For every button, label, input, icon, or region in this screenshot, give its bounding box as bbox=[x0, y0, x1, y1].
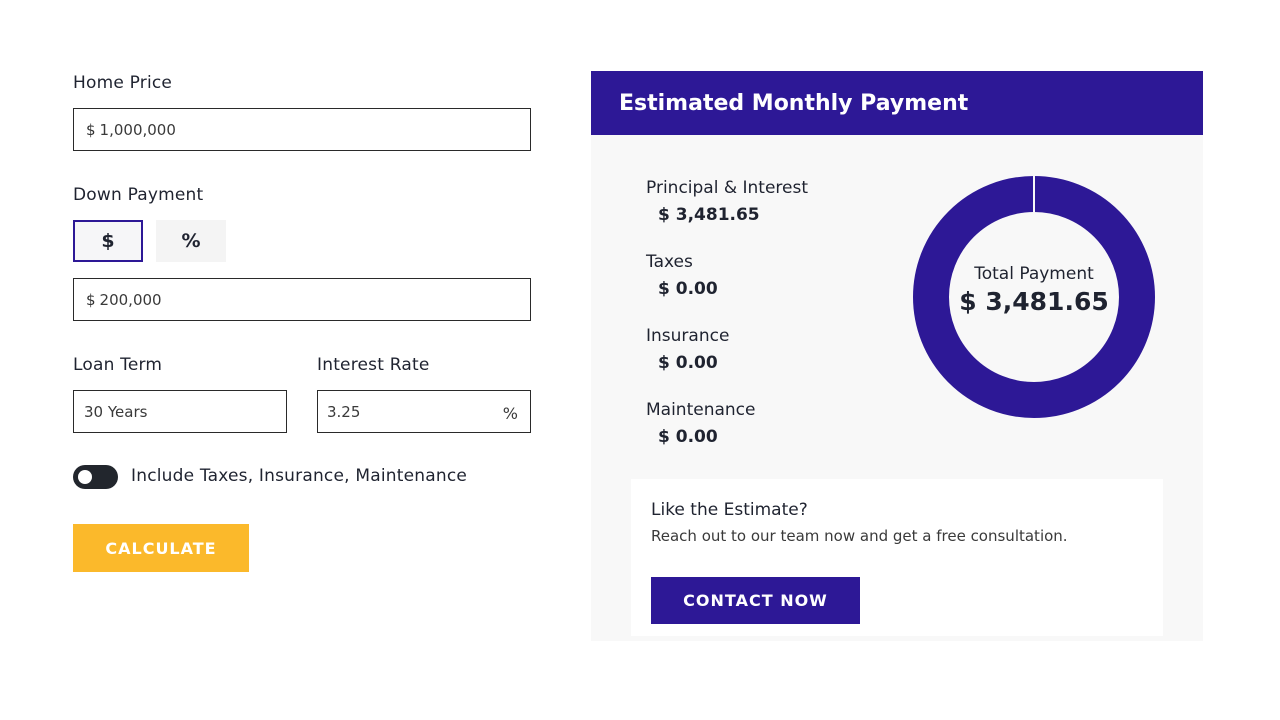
interest-rate-value: 3.25 bbox=[327, 402, 361, 421]
interest-rate-input[interactable]: 3.25 % bbox=[317, 390, 531, 433]
loan-term-input[interactable]: 30 Years bbox=[73, 390, 287, 433]
include-extras-label: Include Taxes, Insurance, Maintenance bbox=[131, 466, 468, 486]
percent-suffix: % bbox=[502, 404, 518, 423]
contact-now-button[interactable]: CONTACT NOW bbox=[651, 577, 860, 624]
breakdown-value-principal: $ 3,481.65 bbox=[658, 205, 760, 225]
cta-card: Like the Estimate? Reach out to our team… bbox=[631, 479, 1163, 636]
down-payment-label: Down Payment bbox=[73, 185, 204, 205]
breakdown-value-taxes: $ 0.00 bbox=[658, 279, 718, 299]
loan-term-value: 30 Years bbox=[84, 402, 148, 421]
breakdown-label-insurance: Insurance bbox=[646, 326, 730, 346]
home-price-label: Home Price bbox=[73, 73, 173, 93]
cta-title: Like the Estimate? bbox=[651, 500, 808, 520]
calculate-button[interactable]: CALCULATE bbox=[73, 524, 249, 572]
total-payment-label: Total Payment bbox=[974, 264, 1094, 284]
cta-text: Reach out to our team now and get a free… bbox=[651, 527, 1068, 545]
breakdown-label-principal: Principal & Interest bbox=[646, 178, 809, 198]
down-payment-percent-toggle[interactable]: % bbox=[156, 220, 226, 262]
breakdown-label-maintenance: Maintenance bbox=[646, 400, 756, 420]
home-price-currency: $ bbox=[86, 120, 96, 139]
toggle-knob bbox=[78, 470, 92, 484]
include-extras-toggle[interactable] bbox=[73, 465, 118, 489]
down-payment-value: 200,000 bbox=[99, 290, 162, 309]
loan-term-label: Loan Term bbox=[73, 355, 163, 375]
breakdown-value-insurance: $ 0.00 bbox=[658, 353, 718, 373]
down-payment-input[interactable]: $ 200,000 bbox=[73, 278, 531, 321]
panel-title: Estimated Monthly Payment bbox=[591, 71, 1203, 135]
breakdown-value-maintenance: $ 0.00 bbox=[658, 427, 718, 447]
home-price-value: 1,000,000 bbox=[99, 120, 176, 139]
breakdown-label-taxes: Taxes bbox=[646, 252, 693, 272]
down-payment-currency: $ bbox=[86, 290, 96, 309]
down-payment-dollar-toggle[interactable]: $ bbox=[73, 220, 143, 262]
home-price-input[interactable]: $ 1,000,000 bbox=[73, 108, 531, 151]
interest-rate-label: Interest Rate bbox=[317, 355, 430, 375]
total-payment-value: $ 3,481.65 bbox=[959, 287, 1109, 316]
results-panel: Estimated Monthly Payment Principal & In… bbox=[591, 71, 1203, 641]
